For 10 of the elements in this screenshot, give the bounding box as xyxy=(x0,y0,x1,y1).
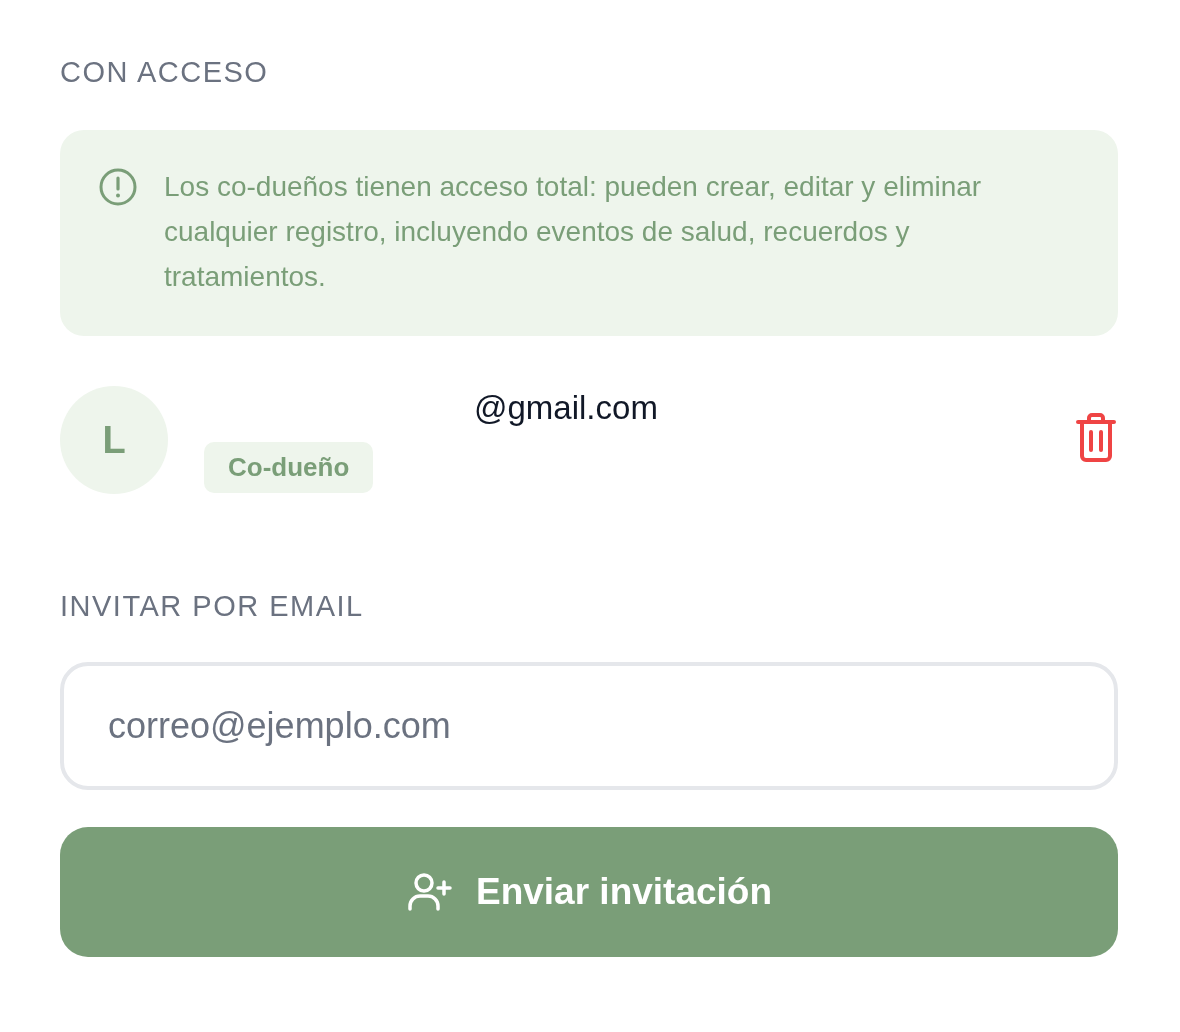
role-badge: Co-dueño xyxy=(204,441,374,493)
send-invitation-button[interactable]: Enviar invitación xyxy=(60,827,1118,957)
notice-text: Los co-dueños tienen acceso total: pueden crear, editar y eliminar cualquier registro, incluyendo eventos de salud, recuerdos y tratamientos. xyxy=(164,170,983,294)
section-heading: CON ACCESO xyxy=(60,55,270,90)
avatar: L xyxy=(60,386,168,494)
member-email: @gmail.com xyxy=(474,387,658,428)
section-heading: INVITAR POR EMAIL xyxy=(60,589,365,624)
info-icon xyxy=(98,167,138,207)
email-field[interactable]: correo@ejemplo.com xyxy=(60,662,1118,790)
delete-button[interactable] xyxy=(1074,413,1118,463)
